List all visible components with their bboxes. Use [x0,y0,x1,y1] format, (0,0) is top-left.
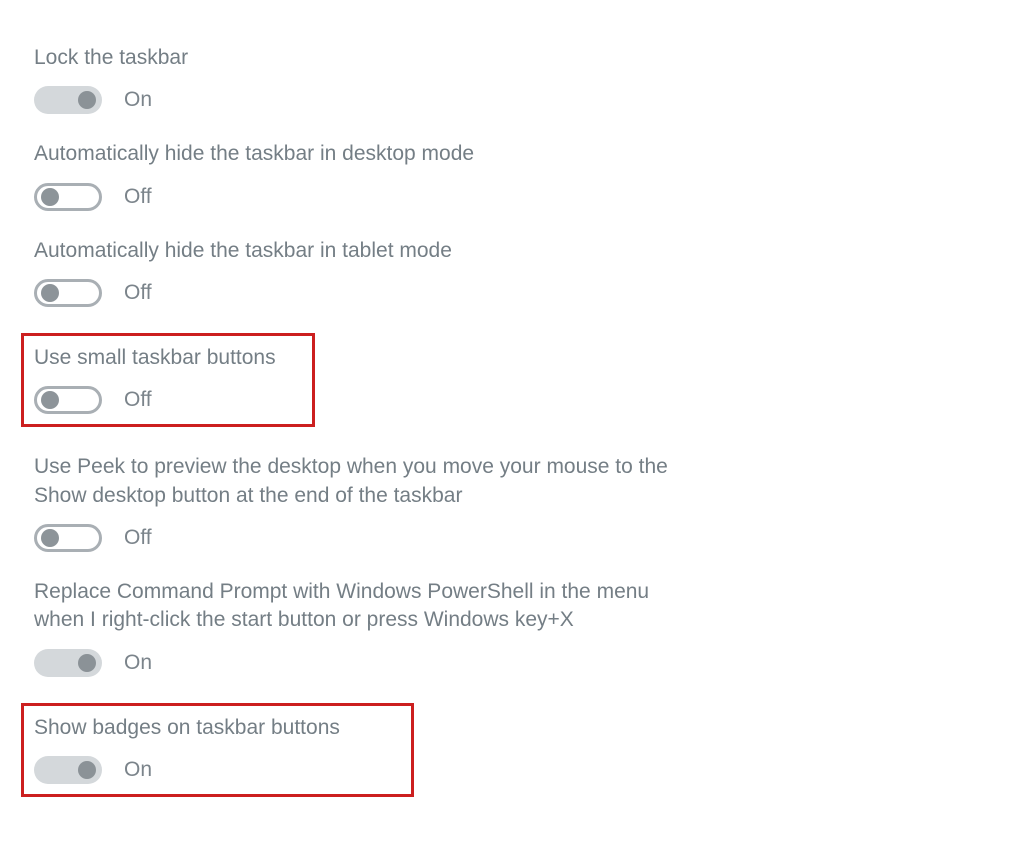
toggle-autohide-tablet[interactable] [34,279,102,307]
setting-label: Lock the taskbar [34,44,694,72]
toggle-knob-icon [78,654,96,672]
toggle-status: On [124,651,152,675]
toggle-knob-icon [78,91,96,109]
toggle-knob-icon [78,761,96,779]
toggle-status: Off [124,281,152,305]
highlight-small-buttons: Use small taskbar buttons Off [21,333,315,427]
setting-label: Automatically hide the taskbar in deskto… [34,140,694,168]
toggle-row: On [34,649,734,677]
toggle-small-buttons[interactable] [34,386,102,414]
toggle-row: Off [34,279,734,307]
setting-label: Automatically hide the taskbar in tablet… [34,237,694,265]
toggle-knob-icon [41,529,59,547]
toggle-row: On [34,756,401,784]
setting-powershell-replace: Replace Command Prompt with Windows Powe… [34,578,734,677]
toggle-row: Off [34,524,734,552]
toggle-status: Off [124,388,152,412]
toggle-knob-icon [41,391,59,409]
toggle-row: Off [34,183,734,211]
toggle-show-badges[interactable] [34,756,102,784]
toggle-knob-icon [41,188,59,206]
toggle-status: On [124,88,152,112]
setting-show-badges: Show badges on taskbar buttons On [34,714,401,784]
setting-label: Show badges on taskbar buttons [34,714,401,742]
toggle-powershell-replace[interactable] [34,649,102,677]
toggle-autohide-desktop[interactable] [34,183,102,211]
toggle-row: On [34,86,734,114]
setting-lock-taskbar: Lock the taskbar On [34,44,734,114]
setting-peek-preview: Use Peek to preview the desktop when you… [34,453,734,552]
highlight-show-badges: Show badges on taskbar buttons On [21,703,414,797]
taskbar-settings-list: Lock the taskbar On Automatically hide t… [0,0,734,797]
toggle-lock-taskbar[interactable] [34,86,102,114]
setting-label: Replace Command Prompt with Windows Powe… [34,578,694,635]
setting-label: Use small taskbar buttons [34,344,302,372]
setting-autohide-tablet: Automatically hide the taskbar in tablet… [34,237,734,307]
toggle-status: Off [124,185,152,209]
toggle-row: Off [34,386,302,414]
toggle-peek-preview[interactable] [34,524,102,552]
setting-autohide-desktop: Automatically hide the taskbar in deskto… [34,140,734,210]
toggle-status: On [124,758,152,782]
toggle-knob-icon [41,284,59,302]
setting-label: Use Peek to preview the desktop when you… [34,453,694,510]
setting-small-buttons: Use small taskbar buttons Off [34,344,302,414]
toggle-status: Off [124,526,152,550]
